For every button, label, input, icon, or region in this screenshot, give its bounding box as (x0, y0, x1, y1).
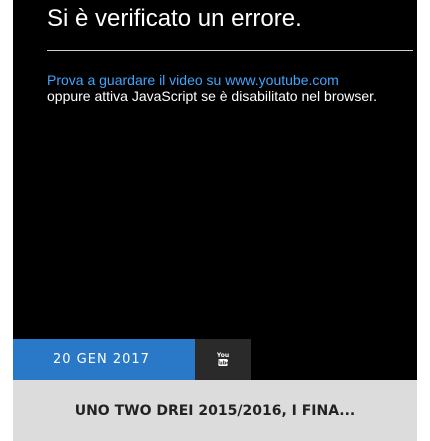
svg-text:You: You (217, 352, 229, 359)
youtube-button[interactable]: You Tube (195, 339, 251, 380)
video-error-message: Prova a guardare il video su www.youtube… (47, 72, 415, 104)
youtube-video-link[interactable]: Prova a guardare il video su www.youtube… (47, 72, 339, 88)
post-date: 20 GEN 2017 (53, 352, 150, 367)
video-card: Si è verificato un errore. Prova a guard… (0, 0, 430, 441)
youtube-icon: You Tube (217, 352, 229, 367)
post-title[interactable]: UNO TWO DREI 2015/2016, I FINA... (75, 403, 356, 419)
post-date-bar: 20 GEN 2017 (13, 339, 195, 380)
video-error-title: Si è verificato un errore. (47, 5, 302, 32)
error-divider (47, 50, 413, 51)
embedded-video-player[interactable]: Si è verificato un errore. Prova a guard… (13, 0, 417, 380)
post-title-bar[interactable]: UNO TWO DREI 2015/2016, I FINA... (13, 380, 417, 441)
javascript-instruction: oppure attiva JavaScript se è disabilita… (47, 88, 377, 104)
svg-text:Tube: Tube (217, 360, 229, 366)
